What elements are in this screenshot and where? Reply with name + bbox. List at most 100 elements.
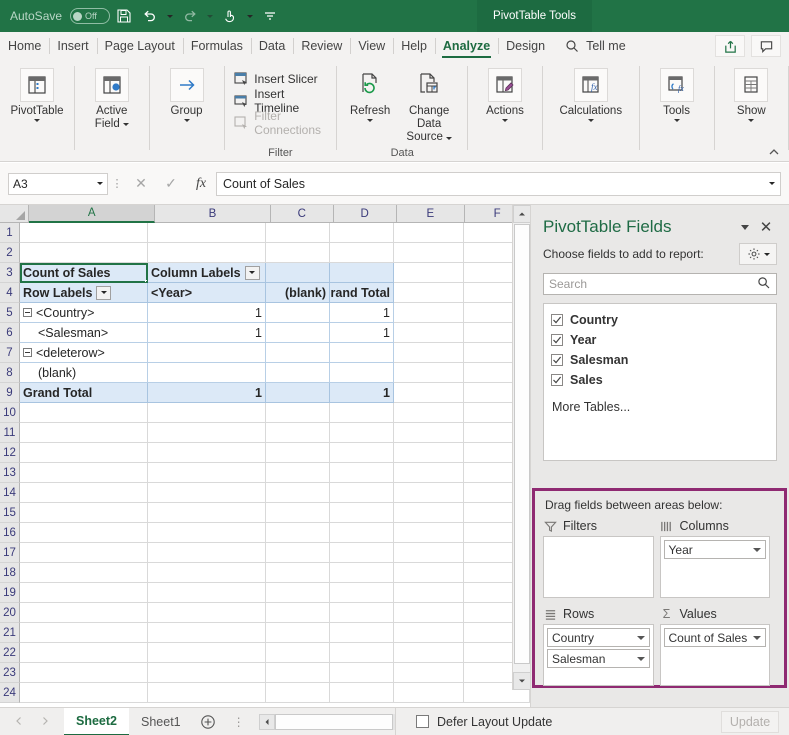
pivottable-button[interactable]: PivotTable xyxy=(6,66,68,123)
group-button[interactable]: Group xyxy=(156,66,218,123)
cell-c18[interactable] xyxy=(266,563,330,583)
cell-b2[interactable] xyxy=(148,243,266,263)
cell-e4[interactable] xyxy=(394,283,464,303)
cell-d20[interactable] xyxy=(330,603,394,623)
cell-d22[interactable] xyxy=(330,643,394,663)
column-header-e[interactable]: E xyxy=(396,205,466,223)
show-button[interactable]: Show xyxy=(720,66,782,123)
cell-c17[interactable] xyxy=(266,543,330,563)
cell-c24[interactable] xyxy=(266,683,330,703)
collapse-deleterow-icon[interactable] xyxy=(23,348,32,357)
cell-b18[interactable] xyxy=(148,563,266,583)
row-header[interactable]: 7 xyxy=(0,343,20,363)
cell-d1[interactable] xyxy=(330,223,394,243)
cell-a1[interactable] xyxy=(20,223,148,243)
row-header[interactable]: 12 xyxy=(0,443,20,463)
chip-dropdown-icon[interactable] xyxy=(636,656,645,661)
cell-d23[interactable] xyxy=(330,663,394,683)
row-header[interactable]: 1 xyxy=(0,223,20,243)
cell-c9[interactable] xyxy=(266,383,330,403)
chip-dropdown-icon[interactable] xyxy=(636,635,645,640)
cell-e23[interactable] xyxy=(394,663,464,683)
row-header[interactable]: 20 xyxy=(0,603,20,623)
checkbox-year[interactable] xyxy=(551,334,563,346)
filters-drop-box[interactable] xyxy=(543,536,654,598)
cell-a18[interactable] xyxy=(20,563,148,583)
cell-a21[interactable] xyxy=(20,623,148,643)
active-field-button[interactable]: Active Field xyxy=(81,66,143,131)
column-header-a[interactable]: A xyxy=(29,205,156,223)
cell-b23[interactable] xyxy=(148,663,266,683)
field-chip-salesman[interactable]: Salesman xyxy=(547,649,650,668)
cell-b21[interactable] xyxy=(148,623,266,643)
cell-d4[interactable]: Grand Total xyxy=(330,283,394,303)
checkbox-sales[interactable] xyxy=(551,374,563,386)
cell-b22[interactable] xyxy=(148,643,266,663)
column-header-c[interactable]: C xyxy=(270,205,334,223)
scroll-left-icon[interactable] xyxy=(258,713,275,730)
cell-e24[interactable] xyxy=(394,683,464,703)
cell-b16[interactable] xyxy=(148,523,266,543)
row-header[interactable]: 2 xyxy=(0,243,20,263)
sheet-tab-sheet1[interactable]: Sheet1 xyxy=(129,708,193,735)
cell-d14[interactable] xyxy=(330,483,394,503)
cell-e10[interactable] xyxy=(394,403,464,423)
next-sheet-icon[interactable] xyxy=(40,715,50,729)
cell-c19[interactable] xyxy=(266,583,330,603)
tab-help[interactable]: Help xyxy=(393,32,435,60)
cell-e20[interactable] xyxy=(394,603,464,623)
cell-c21[interactable] xyxy=(266,623,330,643)
cell-a8[interactable]: (blank) xyxy=(20,363,148,383)
customize-qat-icon[interactable] xyxy=(258,4,282,28)
cell-c6[interactable] xyxy=(266,323,330,343)
cell-a14[interactable] xyxy=(20,483,148,503)
row-header[interactable]: 4 xyxy=(0,283,20,303)
cell-e12[interactable] xyxy=(394,443,464,463)
undo-icon[interactable] xyxy=(138,4,162,28)
row-header[interactable]: 19 xyxy=(0,583,20,603)
calculations-button[interactable]: fx Calculations xyxy=(549,66,633,123)
cell-a4[interactable]: Row Labels xyxy=(20,283,148,303)
row-header[interactable]: 8 xyxy=(0,363,20,383)
cell-e7[interactable] xyxy=(394,343,464,363)
cell-e16[interactable] xyxy=(394,523,464,543)
tab-page-layout[interactable]: Page Layout xyxy=(96,32,183,60)
cell-a19[interactable] xyxy=(20,583,148,603)
cell-d5[interactable]: 1 xyxy=(330,303,394,323)
search-icon[interactable] xyxy=(757,276,771,293)
cell-d2[interactable] xyxy=(330,243,394,263)
row-header[interactable]: 15 xyxy=(0,503,20,523)
tab-design[interactable]: Design xyxy=(498,32,553,60)
cell-a3[interactable]: Count of Sales xyxy=(20,263,148,283)
field-item-sales[interactable]: Sales xyxy=(544,370,776,390)
collapse-country-icon[interactable] xyxy=(23,308,32,317)
row-header[interactable]: 16 xyxy=(0,523,20,543)
cell-b7[interactable] xyxy=(148,343,266,363)
cell-e14[interactable] xyxy=(394,483,464,503)
redo-icon[interactable] xyxy=(178,4,202,28)
chip-dropdown-icon[interactable] xyxy=(753,547,761,552)
chip-dropdown-icon[interactable] xyxy=(753,635,761,640)
row-labels-filter-icon[interactable] xyxy=(96,285,112,300)
row-header[interactable]: 17 xyxy=(0,543,20,563)
grid-vertical-scrollbar[interactable] xyxy=(512,205,531,690)
cell-a23[interactable] xyxy=(20,663,148,683)
actions-button[interactable]: Actions xyxy=(474,66,536,123)
cell-b10[interactable] xyxy=(148,403,266,423)
cell-d21[interactable] xyxy=(330,623,394,643)
touch-mode-dropdown-icon[interactable] xyxy=(244,4,256,28)
cell-e18[interactable] xyxy=(394,563,464,583)
cell-d9[interactable]: 1 xyxy=(330,383,394,403)
values-drop-box[interactable]: Count of Sales xyxy=(659,624,770,686)
touch-mode-icon[interactable] xyxy=(218,4,242,28)
cell-d24[interactable] xyxy=(330,683,394,703)
cell-e9[interactable] xyxy=(394,383,464,403)
cell-a17[interactable] xyxy=(20,543,148,563)
row-header[interactable]: 24 xyxy=(0,683,20,703)
name-box-dropdown-icon[interactable] xyxy=(97,182,103,185)
cell-c13[interactable] xyxy=(266,463,330,483)
active-field-dropdown-icon[interactable] xyxy=(122,123,129,127)
cell-a7[interactable]: <deleterow> xyxy=(20,343,148,363)
cell-d12[interactable] xyxy=(330,443,394,463)
cell-d15[interactable] xyxy=(330,503,394,523)
